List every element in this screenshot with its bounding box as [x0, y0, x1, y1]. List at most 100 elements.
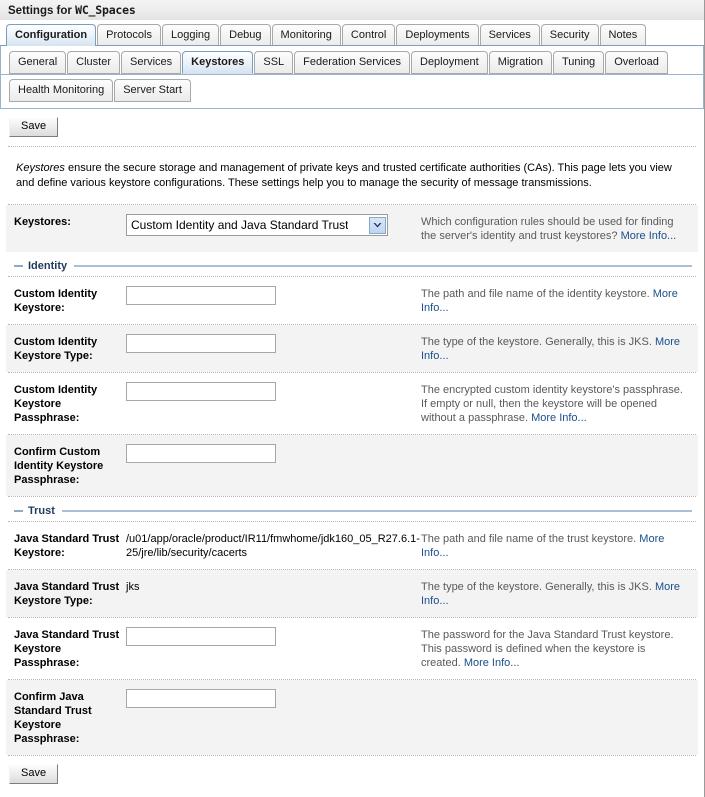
section-rule	[74, 265, 692, 267]
section-rule	[61, 510, 692, 512]
keystores-select[interactable]: Custom Identity and Java Standard Trust	[126, 214, 388, 236]
primary-tab-bar: Configuration Protocols Logging Debug Monito…	[0, 24, 704, 46]
bottom-button-bar: Save	[6, 756, 698, 793]
field-label: Custom Identity Keystore:	[14, 288, 98, 314]
form-row: Custom Identity Keystore Passphrase: The …	[6, 373, 698, 434]
help-text: The type of the keystore. Generally, thi…	[421, 336, 652, 348]
tab-configuration[interactable]: Configuration	[6, 24, 97, 46]
section-dash	[14, 510, 23, 512]
field-control	[126, 382, 421, 401]
tab-protocols[interactable]: Protocols	[97, 24, 161, 46]
field-control: jks	[126, 579, 421, 594]
form-row: Custom Identity Keystore: The path and fi…	[6, 277, 698, 324]
subtab-ssl[interactable]: SSL	[254, 51, 294, 74]
static-value: jks	[126, 581, 140, 593]
subtab-health-monitoring[interactable]: Health Monitoring	[9, 79, 114, 102]
form-row: Java Standard Trust Keystore Passphrase:…	[6, 618, 698, 679]
form-row: Java Standard Trust Keystore:/u01/app/or…	[6, 522, 698, 569]
chevron-down-icon[interactable]	[369, 216, 386, 234]
top-button-bar: Save	[6, 109, 698, 146]
section-dash	[14, 265, 23, 267]
field-control	[126, 444, 421, 463]
subtab-tuning[interactable]: Tuning	[552, 51, 605, 74]
window-server-name: WC_Spaces	[75, 3, 136, 17]
field-help: The path and file name of the identity k…	[421, 286, 694, 315]
tab-logging[interactable]: Logging	[161, 24, 220, 46]
help-text: The type of the keystore. Generally, thi…	[421, 581, 652, 593]
field-help: The type of the keystore. Generally, thi…	[421, 579, 694, 608]
subtab-cluster[interactable]: Cluster	[67, 51, 120, 74]
help-text: The path and file name of the trust keys…	[421, 533, 637, 545]
form-row: Java Standard Trust Keystore Type: jks The…	[6, 570, 698, 617]
settings-sections: Identity Custom Identity Keystore: The pat…	[6, 252, 698, 756]
text-input[interactable]	[126, 627, 276, 646]
field-control	[126, 286, 421, 305]
window-titlebar: Settings for WC_Spaces	[0, 0, 704, 20]
subtab-deployment[interactable]: Deployment	[411, 51, 488, 74]
form-row: Confirm Custom Identity Keystore Passphr…	[6, 435, 698, 496]
field-help: The path and file name of the trust keys…	[421, 531, 694, 560]
tab-services[interactable]: Services	[479, 24, 540, 46]
field-label: Confirm Custom Identity Keystore Passphr…	[14, 446, 104, 486]
tab-deployments[interactable]: Deployments	[396, 24, 479, 46]
text-input[interactable]	[126, 286, 276, 305]
subtab-services[interactable]: Services	[120, 51, 182, 74]
field-help: The password for the Java Standard Trust…	[421, 627, 694, 670]
secondary-tab-bar-row2: Health Monitoring Server Start	[1, 75, 703, 108]
field-control	[126, 627, 421, 646]
text-input[interactable]	[126, 334, 276, 353]
help-text: The password for the Java Standard Trust…	[421, 629, 674, 669]
field-label: Java Standard Trust Keystore Passphrase:	[14, 629, 120, 669]
subtab-general[interactable]: General	[9, 51, 67, 74]
tab-notes[interactable]: Notes	[599, 24, 647, 46]
keystores-field: Custom Identity and Java Standard Trust	[126, 214, 421, 236]
field-help: The encrypted custom identity keystore's…	[421, 382, 694, 425]
secondary-tab-bar-row1: General Cluster Services Keystores SSL Federa…	[1, 51, 703, 74]
more-info-link[interactable]: More Info...	[464, 657, 520, 669]
subtab-federation-services[interactable]: Federation Services	[294, 51, 410, 74]
page-description: Keystores ensure the secure storage and …	[6, 147, 698, 204]
page-description-emphasis: Keystores	[16, 162, 65, 174]
text-input[interactable]	[126, 689, 276, 708]
tab-debug[interactable]: Debug	[220, 24, 271, 46]
keystores-help: Which configuration rules should be used…	[421, 214, 694, 243]
text-input[interactable]	[126, 444, 276, 463]
section-title: Identity	[28, 260, 68, 272]
tab-security[interactable]: Security	[540, 24, 599, 46]
field-label: Java Standard Trust Keystore:	[14, 533, 120, 559]
save-button-bottom[interactable]: Save	[9, 764, 59, 784]
field-control: /u01/app/oracle/product/IR11/fmwhome/jdk…	[126, 531, 421, 560]
keystores-more-info-link[interactable]: More Info...	[621, 230, 677, 242]
field-help	[421, 689, 694, 690]
static-value: /u01/app/oracle/product/IR11/fmwhome/jdk…	[126, 533, 420, 559]
subtab-migration[interactable]: Migration	[488, 51, 552, 74]
field-help	[421, 444, 694, 445]
section-header: Identity	[6, 252, 698, 276]
secondary-tab-panel: General Cluster Services Keystores SSL Federa…	[0, 46, 704, 109]
section-header: Trust	[6, 497, 698, 521]
subtab-keystores[interactable]: Keystores	[182, 51, 254, 74]
field-label: Java Standard Trust Keystore Type:	[14, 581, 120, 607]
section-title: Trust	[28, 505, 55, 517]
keystores-label: Keystores:	[14, 216, 71, 228]
tab-monitoring[interactable]: Monitoring	[271, 24, 341, 46]
page-description-text: ensure the secure storage and management…	[16, 162, 672, 189]
field-control	[126, 334, 421, 353]
keystores-row: Keystores: Custom Identity and Java Stan…	[6, 205, 698, 252]
text-input[interactable]	[126, 382, 276, 401]
more-info-link[interactable]: More Info...	[531, 412, 587, 424]
field-label: Custom Identity Keystore Type:	[14, 336, 98, 362]
help-text: The path and file name of the identity k…	[421, 288, 650, 300]
form-row: Confirm Java Standard Trust Keystore Pas…	[6, 680, 698, 755]
field-control	[126, 689, 421, 708]
subtab-server-start[interactable]: Server Start	[114, 79, 191, 102]
tab-control[interactable]: Control	[341, 24, 396, 46]
window-title-prefix: Settings for	[8, 5, 72, 17]
subtab-overload[interactable]: Overload	[605, 51, 668, 74]
form-row: Custom Identity Keystore Type: The type o…	[6, 325, 698, 372]
keystores-select-value: Custom Identity and Java Standard Trust	[131, 218, 349, 232]
field-label: Custom Identity Keystore Passphrase:	[14, 384, 98, 424]
field-help: The type of the keystore. Generally, thi…	[421, 334, 694, 363]
save-button-top[interactable]: Save	[9, 117, 59, 137]
settings-content: Save Keystores ensure the secure storage…	[0, 109, 704, 793]
